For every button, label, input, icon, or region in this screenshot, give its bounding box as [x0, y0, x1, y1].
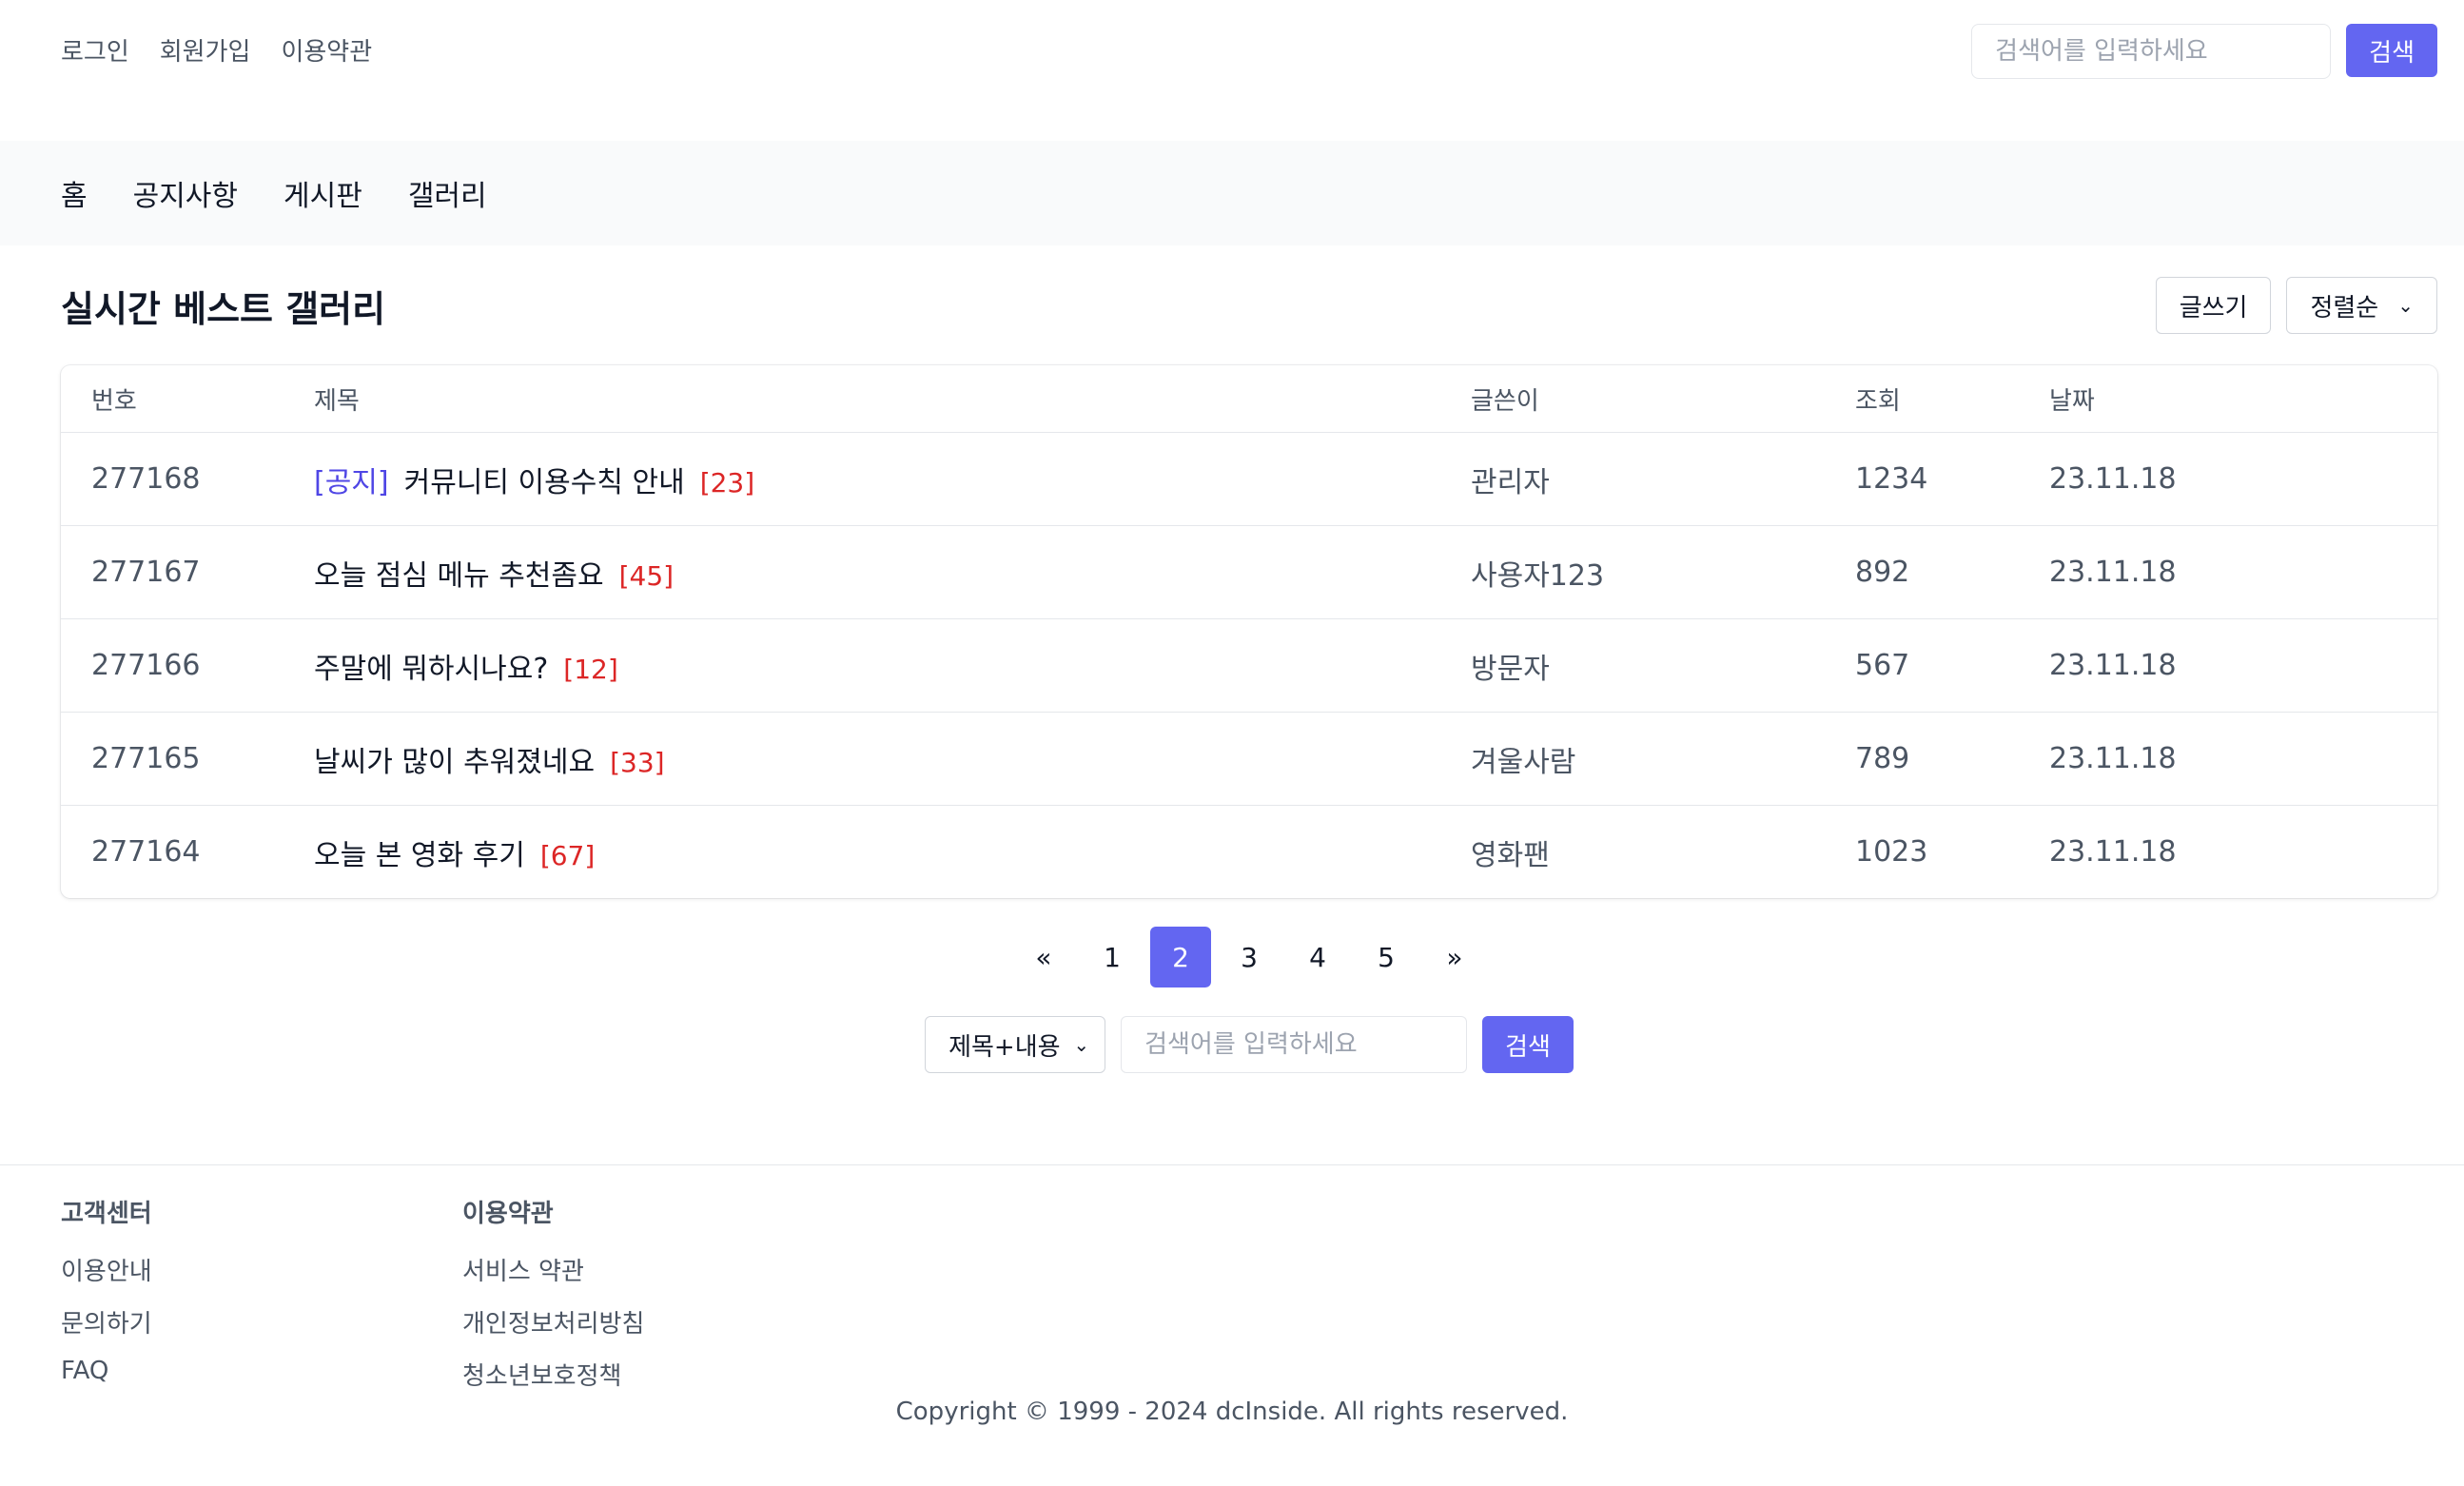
post-title[interactable]: 날씨가 많이 추워졌네요 [314, 746, 595, 779]
sort-dropdown[interactable]: 정렬순 ⌄ [2286, 277, 2437, 334]
main-nav: 홈 공지사항 게시판 갤러리 [0, 141, 2464, 245]
post-views: 1234 [1855, 462, 1928, 496]
notice-tag[interactable]: [공지] [314, 466, 389, 499]
post-views: 789 [1855, 742, 1910, 775]
pagination-page-2-current[interactable]: 2 [1150, 927, 1211, 987]
footer-col-terms: 이용약관 서비스 약관 개인정보처리방침 청소년보호정책 [462, 1194, 864, 1409]
top-search: 검색 [1971, 24, 2437, 79]
top-nav-signup[interactable]: 회원가입 [160, 32, 251, 68]
sort-label: 정렬순 [2310, 293, 2379, 323]
write-button[interactable]: 글쓰기 [2155, 277, 2272, 334]
top-nav: 로그인 회원가입 이용약관 [61, 32, 372, 68]
post-date: 23.11.18 [2049, 556, 2177, 589]
header-no: 번호 [91, 386, 137, 416]
table-row[interactable]: 277165 날씨가 많이 추워졌네요 [33] 겨울사람 789 23.11.1… [61, 713, 2437, 806]
post-date: 23.11.18 [2049, 835, 2177, 869]
footer-col-support: 고객센터 이용안내 문의하기 FAQ [61, 1194, 462, 1409]
pagination-page-1[interactable]: 1 [1082, 927, 1143, 987]
copyright: Copyright © 1999 - 2024 dcInside. All ri… [895, 1398, 1569, 1426]
post-author[interactable]: 겨울사람 [1471, 738, 1855, 780]
page-header: 실시간 베스트 갤러리 글쓰기 정렬순 ⌄ [61, 245, 2437, 365]
page-title: 실시간 베스트 갤러리 [61, 287, 386, 330]
table-row[interactable]: 277164 오늘 본 영화 후기 [67] 영화팬 1023 23.11.18 [61, 806, 2437, 898]
post-title[interactable]: 오늘 본 영화 후기 [314, 839, 525, 872]
footer-link-faq[interactable]: FAQ [61, 1357, 462, 1385]
post-table: 번호 제목 글쓴이 조회 날짜 277168 [공지] 커뮤니티 이용수칙 안내[… [61, 365, 2437, 898]
table-row[interactable]: 277168 [공지] 커뮤니티 이용수칙 안내 [23] 관리자 1234 23.… [61, 433, 2437, 526]
post-author[interactable]: 관리자 [1471, 459, 1855, 500]
footer: 고객센터 이용안내 문의하기 FAQ 이용약관 서비스 약관 개인정보처리방침 … [0, 1164, 2464, 1471]
post-date: 23.11.18 [2049, 462, 2177, 496]
pagination-next[interactable]: » [1424, 927, 1485, 987]
post-author[interactable]: 방문자 [1471, 645, 1855, 687]
table-row[interactable]: 277166 주말에 뭐하시나요? [12] 방문자 567 23.11.18 [61, 619, 2437, 713]
comment-count: [33] [610, 746, 665, 778]
main-nav-gallery[interactable]: 갤러리 [408, 172, 487, 214]
footer-columns: 고객센터 이용안내 문의하기 FAQ 이용약관 서비스 약관 개인정보처리방침 … [61, 1194, 2464, 1409]
board-search-input[interactable] [1121, 1016, 1468, 1073]
comment-count: [45] [618, 559, 675, 592]
comment-count: [67] [539, 839, 596, 871]
top-nav-terms[interactable]: 이용약관 [281, 32, 372, 68]
top-search-button[interactable]: 검색 [2346, 24, 2437, 77]
main-nav-notice[interactable]: 공지사항 [133, 172, 238, 214]
pagination: « 1 2 3 4 5 » [61, 927, 2437, 987]
post-title-cell: 날씨가 많이 추워졌네요 [33] [314, 738, 1471, 780]
footer-link-youth[interactable]: 청소년보호정책 [462, 1357, 864, 1392]
post-title[interactable]: 오늘 점심 메뉴 추천좀요 [314, 559, 604, 593]
post-number: 277164 [91, 835, 201, 869]
footer-link-service-terms[interactable]: 서비스 약관 [462, 1252, 864, 1287]
comment-count: [12] [563, 653, 618, 685]
page-actions: 글쓰기 정렬순 ⌄ [2155, 277, 2437, 334]
post-views: 567 [1855, 649, 1910, 682]
post-title-cell: [공지] 커뮤니티 이용수칙 안내 [23] [314, 459, 1471, 500]
chevron-down-icon: ⌄ [1073, 1033, 1090, 1056]
chevron-down-icon: ⌄ [2397, 294, 2414, 317]
post-author[interactable]: 영화팬 [1471, 831, 1855, 873]
footer-col-title: 이용약관 [462, 1200, 554, 1228]
board-search-button[interactable]: 검색 [1482, 1016, 1574, 1073]
post-date: 23.11.18 [2049, 649, 2177, 682]
post-title[interactable]: 커뮤니티 이용수칙 안내 [404, 466, 685, 499]
table-row[interactable]: 277167 오늘 점심 메뉴 추천좀요 [45] 사용자123 892 23.1… [61, 526, 2437, 619]
search-scope-value: 제목+내용 [948, 1032, 1061, 1062]
post-title-cell: 오늘 본 영화 후기 [67] [314, 831, 1471, 873]
post-views: 892 [1855, 556, 1910, 589]
pagination-page-4[interactable]: 4 [1287, 927, 1348, 987]
post-date: 23.11.18 [2049, 742, 2177, 775]
post-number: 277167 [91, 556, 201, 589]
footer-link-privacy[interactable]: 개인정보처리방침 [462, 1304, 864, 1339]
post-title-cell: 오늘 점심 메뉴 추천좀요 [45] [314, 552, 1471, 594]
post-number: 277165 [91, 742, 201, 775]
footer-col-title: 고객센터 [61, 1200, 152, 1228]
post-number: 277166 [91, 649, 201, 682]
footer-link-guide[interactable]: 이용안내 [61, 1252, 462, 1287]
main-content: 실시간 베스트 갤러리 글쓰기 정렬순 ⌄ 번호 제목 글쓴이 조회 날짜 27… [0, 245, 2464, 1073]
board-search: 제목+내용 ⌄ 검색 [61, 1016, 2437, 1073]
pagination-prev[interactable]: « [1013, 927, 1074, 987]
top-nav-login[interactable]: 로그인 [61, 32, 129, 68]
top-bar: 로그인 회원가입 이용약관 검색 [0, 0, 2464, 141]
search-scope-select[interactable]: 제목+내용 ⌄ [925, 1016, 1106, 1073]
pagination-page-5[interactable]: 5 [1356, 927, 1417, 987]
top-search-input[interactable] [1971, 24, 2332, 79]
main-nav-board[interactable]: 게시판 [284, 172, 362, 214]
comment-count: [23] [699, 466, 755, 499]
pagination-page-3[interactable]: 3 [1219, 927, 1280, 987]
post-author[interactable]: 사용자123 [1471, 552, 1855, 594]
header-date: 날짜 [2049, 386, 2095, 416]
post-number: 277168 [91, 462, 201, 496]
post-views: 1023 [1855, 835, 1928, 869]
header-author: 글쓴이 [1471, 386, 1539, 416]
header-views: 조회 [1855, 386, 1901, 416]
main-nav-home[interactable]: 홈 [61, 172, 88, 214]
post-title[interactable]: 주말에 뭐하시나요? [314, 653, 548, 686]
table-header: 번호 제목 글쓴이 조회 날짜 [61, 365, 2437, 433]
header-title: 제목 [314, 386, 360, 416]
post-title-cell: 주말에 뭐하시나요? [12] [314, 645, 1471, 687]
footer-link-contact[interactable]: 문의하기 [61, 1304, 462, 1339]
